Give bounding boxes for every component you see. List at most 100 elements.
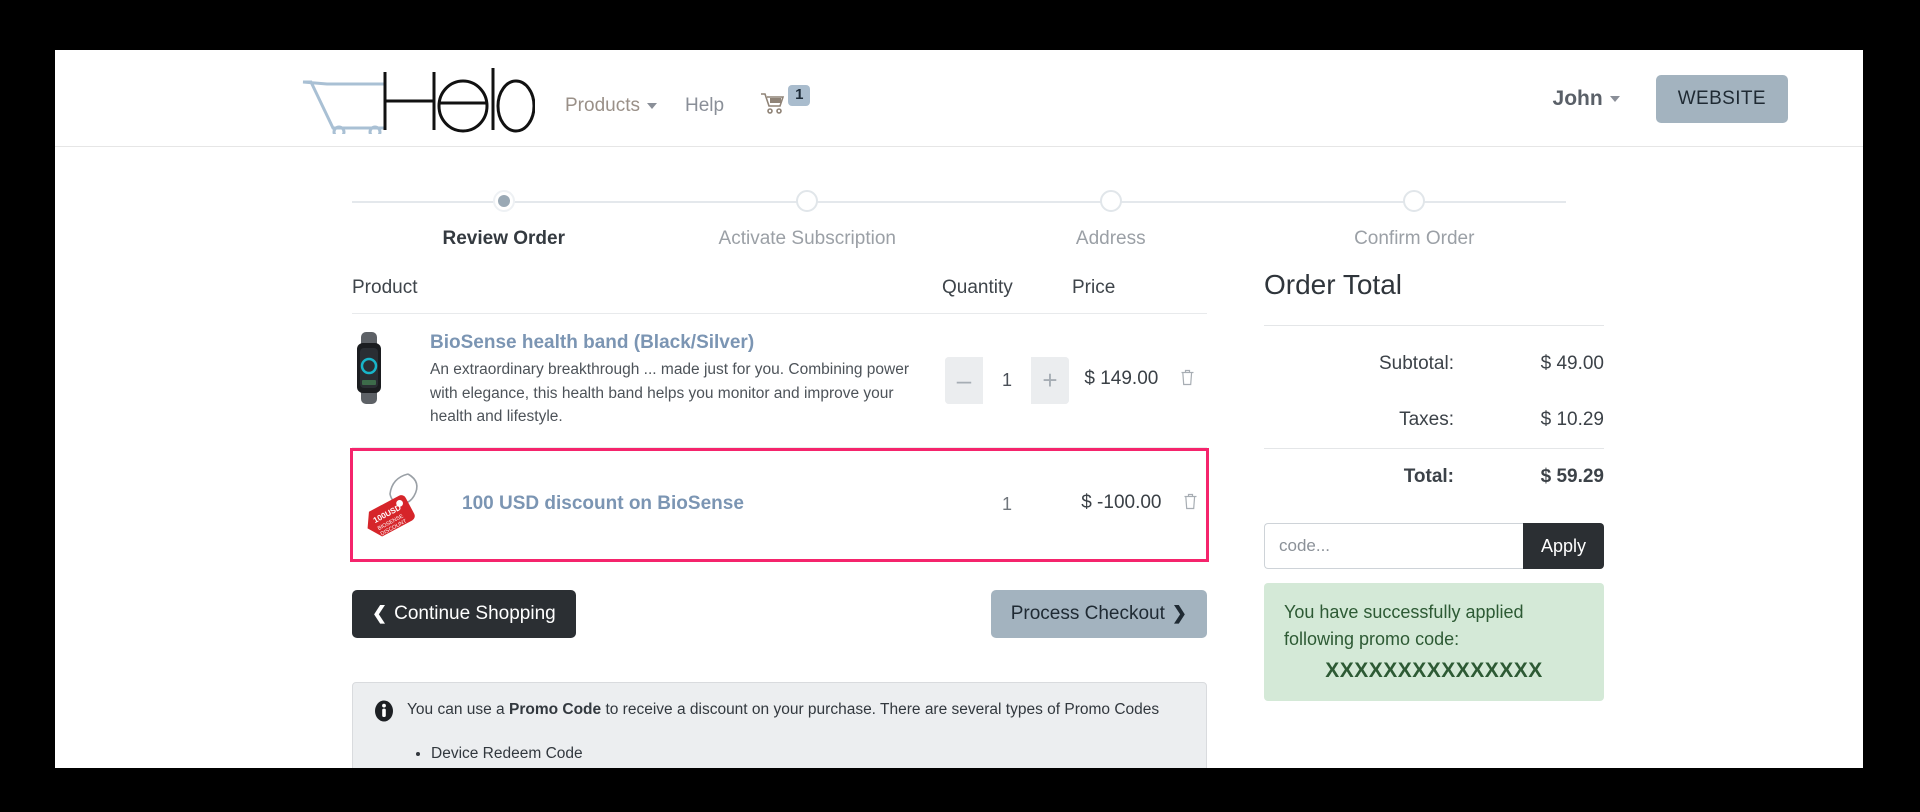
order-total-column: Order Total Subtotal: $ 49.00 Taxes: $ 1…	[1264, 267, 1604, 768]
apply-promo-button[interactable]: Apply	[1523, 523, 1604, 569]
step-dot	[796, 190, 818, 212]
discount-row-highlight-wrapper: 100USD BIOSENSE DISCOUNT 100 USD discoun…	[352, 448, 1207, 562]
quantity-cell: – 1 +	[942, 314, 1072, 448]
checkout-content: Product Quantity Price	[55, 267, 1863, 768]
step-activate-subscription[interactable]: Activate Subscription	[656, 187, 960, 250]
total-label: Total:	[1264, 466, 1494, 488]
user-menu-label: John	[1553, 87, 1603, 111]
quantity-decrease-button[interactable]: –	[945, 357, 983, 404]
health-band-thumbnail	[352, 332, 430, 409]
column-header-price: Price	[1072, 267, 1207, 314]
column-header-quantity: Quantity	[942, 267, 1072, 314]
cart-table: Product Quantity Price	[352, 267, 1207, 448]
website-button[interactable]: WEBSITE	[1656, 75, 1788, 123]
site-header: Products Help	[55, 50, 1863, 147]
checkout-progress-stepper: Review Order Activate Subscription Addre…	[352, 187, 1566, 267]
promo-code-input[interactable]	[1264, 523, 1523, 569]
total-row-total: Total: $ 59.29	[1264, 448, 1604, 505]
info-text-before: You can use a	[407, 701, 509, 718]
step-review-order[interactable]: Review Order	[352, 187, 656, 250]
cart-header-row: Product Quantity Price	[352, 267, 1207, 314]
product-cell: 100USD BIOSENSE DISCOUNT 100 USD discoun…	[352, 448, 942, 562]
quantity-value[interactable]: 1	[983, 357, 1031, 404]
nav-help-label: Help	[685, 95, 724, 117]
total-value: $ 59.29	[1494, 466, 1604, 488]
helo-logo[interactable]	[297, 62, 535, 134]
nav-products-label: Products	[565, 95, 640, 117]
chevron-down-icon	[1610, 96, 1620, 102]
checkout-page: Products Help	[55, 50, 1863, 768]
quantity-cell: 1	[942, 448, 1072, 562]
success-line-2: following promo code:	[1284, 626, 1584, 653]
product-description: An extraordinary breakthrough ... made j…	[430, 358, 930, 429]
subtotal-label: Subtotal:	[1264, 353, 1494, 375]
column-header-product: Product	[352, 267, 942, 314]
price-cell: $ -100.00	[1072, 448, 1207, 562]
chevron-down-icon	[647, 103, 657, 109]
nav-help[interactable]: Help	[685, 95, 724, 117]
taxes-label: Taxes:	[1264, 409, 1494, 431]
chevron-left-icon: ❮	[372, 603, 387, 624]
quantity-stepper[interactable]: – 1 +	[945, 357, 1069, 404]
page-title: Order Total	[1264, 267, 1604, 301]
header-right: John WEBSITE	[1553, 50, 1863, 147]
process-checkout-button[interactable]: Process Checkout ❯	[991, 590, 1207, 638]
step-label: Review Order	[352, 228, 656, 250]
success-line-1: You have successfully applied	[1284, 599, 1584, 626]
promo-code-form: Apply	[1264, 523, 1604, 569]
price-cell: $ 149.00	[1072, 314, 1207, 448]
discount-tag-icon: 100USD BIOSENSE DISCOUNT	[360, 466, 440, 543]
nav-cart[interactable]: 1	[760, 92, 810, 120]
stepper-steps: Review Order Activate Subscription Addre…	[352, 187, 1566, 250]
user-menu[interactable]: John	[1553, 87, 1620, 111]
product-title-link[interactable]: BioSense health band (Black/Silver)	[430, 332, 930, 354]
total-row-subtotal: Subtotal: $ 49.00	[1264, 336, 1604, 392]
cart-column: Product Quantity Price	[352, 267, 1207, 768]
list-item: Device Redeem Code	[431, 745, 1186, 763]
cart-count-badge: 1	[788, 85, 810, 106]
info-circle-icon	[373, 699, 407, 727]
discount-title-link[interactable]: 100 USD discount on BioSense	[462, 493, 744, 515]
step-label: Activate Subscription	[656, 228, 960, 250]
header-left: Products Help	[297, 62, 838, 134]
discount-table: 100USD BIOSENSE DISCOUNT 100 USD discoun…	[352, 448, 1207, 562]
step-confirm-order[interactable]: Confirm Order	[1263, 187, 1567, 250]
trash-icon[interactable]	[1183, 493, 1198, 516]
taxes-value: $ 10.29	[1494, 409, 1604, 431]
quantity-increase-button[interactable]: +	[1031, 357, 1069, 404]
cart-actions: ❮ Continue Shopping Process Checkout ❯	[352, 590, 1207, 638]
step-dot-active	[493, 190, 515, 212]
step-label: Confirm Order	[1263, 228, 1567, 250]
total-row-taxes: Taxes: $ 10.29	[1264, 392, 1604, 448]
step-label: Address	[959, 228, 1263, 250]
trash-icon[interactable]	[1180, 369, 1195, 392]
promo-info-text: You can use a Promo Code to receive a di…	[407, 699, 1159, 721]
step-dot	[1403, 190, 1425, 212]
order-total-rows: Subtotal: $ 49.00 Taxes: $ 10.29 Total: …	[1264, 336, 1604, 505]
step-dot	[1100, 190, 1122, 212]
chevron-right-icon: ❯	[1172, 603, 1187, 624]
promo-info-box: You can use a Promo Code to receive a di…	[352, 682, 1207, 768]
shopping-cart-icon	[760, 92, 786, 120]
promo-type-list: Device Redeem Code BioSense Redeem Code …	[431, 745, 1186, 768]
price-value: $ 149.00	[1084, 368, 1158, 389]
applied-promo-code: XXXXXXXXXXXXXXX	[1284, 659, 1584, 683]
quantity-value: 1	[1002, 494, 1012, 514]
promo-success-message: You have successfully applied following …	[1264, 583, 1604, 701]
continue-shopping-button[interactable]: ❮ Continue Shopping	[352, 590, 576, 638]
price-value: $ -100.00	[1081, 492, 1161, 513]
continue-shopping-label: Continue Shopping	[394, 603, 556, 625]
process-checkout-label: Process Checkout	[1011, 603, 1165, 625]
subtotal-value: $ 49.00	[1494, 353, 1604, 375]
divider	[1264, 325, 1604, 326]
main-nav: Products Help	[565, 92, 838, 134]
table-row: 100USD BIOSENSE DISCOUNT 100 USD discoun…	[352, 448, 1207, 562]
info-text-after: to receive a discount on your purchase. …	[601, 701, 1159, 718]
nav-products[interactable]: Products	[565, 95, 657, 117]
cart-table-head: Product Quantity Price	[352, 267, 1207, 314]
cart-table-body: BioSense health band (Black/Silver) An e…	[352, 314, 1207, 448]
table-row: BioSense health band (Black/Silver) An e…	[352, 314, 1207, 448]
step-address[interactable]: Address	[959, 187, 1263, 250]
product-cell: BioSense health band (Black/Silver) An e…	[352, 314, 942, 448]
info-text-bold: Promo Code	[509, 701, 601, 718]
